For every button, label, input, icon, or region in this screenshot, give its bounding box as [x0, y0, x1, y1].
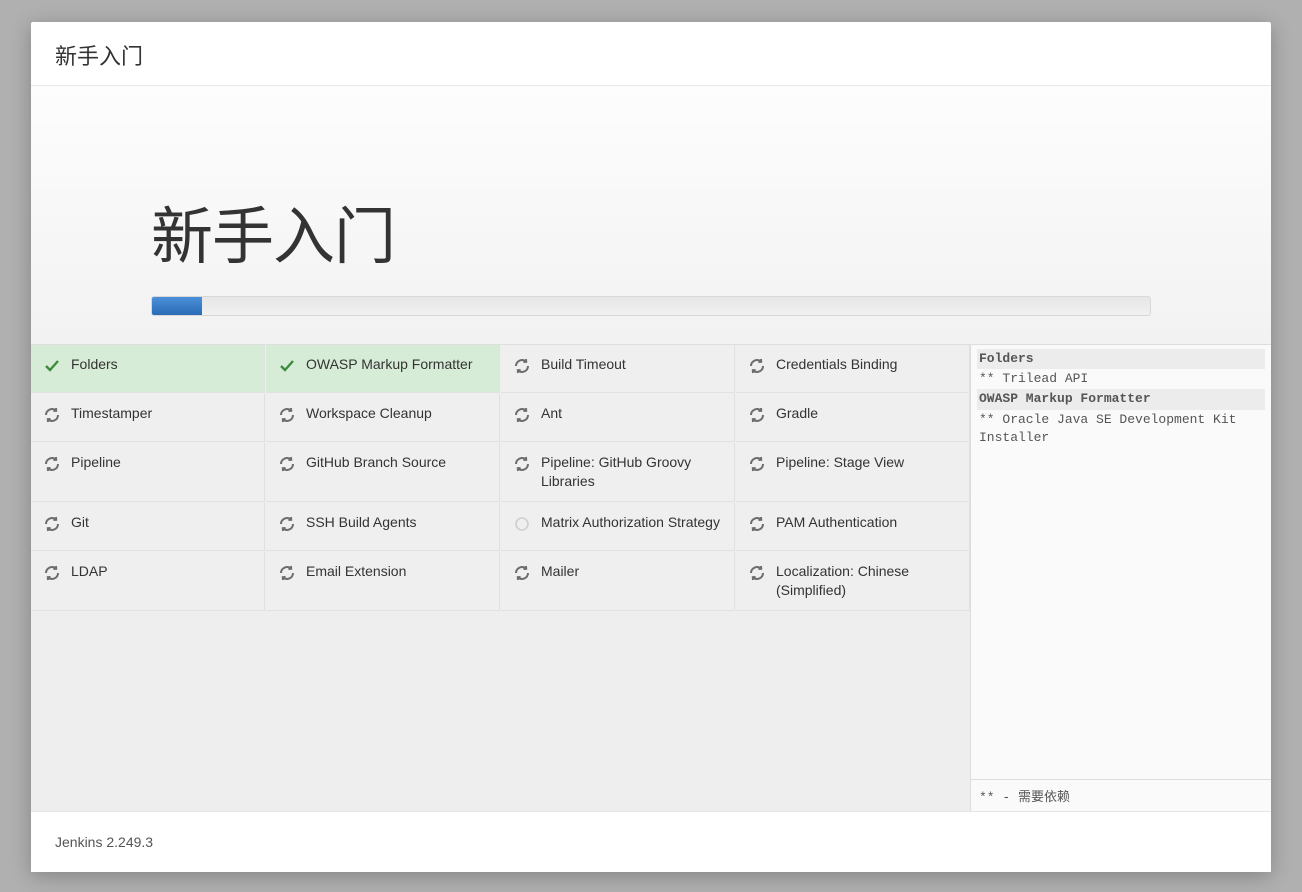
plugin-label: Timestamper [71, 404, 152, 423]
refresh-icon [43, 455, 61, 473]
check-icon [278, 357, 296, 375]
plugin-cell: LDAP [31, 552, 265, 611]
hero-title: 新手入门 [151, 186, 1151, 276]
check-icon [43, 357, 61, 375]
footer: Jenkins 2.249.3 [31, 811, 1271, 872]
plugin-cell: OWASP Markup Formatter [266, 345, 500, 393]
refresh-icon [278, 406, 296, 424]
install-log-panel: Folders** Trilead APIOWASP Markup Format… [971, 345, 1271, 811]
refresh-icon [278, 515, 296, 533]
plugin-label: LDAP [71, 562, 108, 581]
install-log-lines: Folders** Trilead APIOWASP Markup Format… [971, 345, 1271, 779]
plugin-label: Credentials Binding [776, 355, 897, 374]
circle-icon [513, 515, 531, 533]
plugin-grid: Folders OWASP Markup Formatter Build Timeo… [31, 345, 971, 811]
install-progress [151, 296, 1151, 316]
refresh-icon [513, 357, 531, 375]
plugin-label: Matrix Authorization Strategy [541, 513, 720, 532]
install-log-legend: ** - 需要依赖 [971, 779, 1271, 811]
plugin-label: Workspace Cleanup [306, 404, 432, 423]
log-line: Folders [977, 349, 1265, 369]
plugin-cell: Pipeline: Stage View [736, 443, 970, 502]
plugin-label: Folders [71, 355, 118, 374]
refresh-icon [748, 455, 766, 473]
refresh-icon [43, 515, 61, 533]
plugin-cell: Pipeline: GitHub Groovy Libraries [501, 443, 735, 502]
plugin-cell: Pipeline [31, 443, 265, 502]
refresh-icon [43, 406, 61, 424]
plugin-label: Ant [541, 404, 562, 423]
plugin-label: OWASP Markup Formatter [306, 355, 472, 374]
check-icon [278, 357, 296, 375]
refresh-icon [748, 564, 766, 582]
plugin-cell: Email Extension [266, 552, 500, 611]
plugin-cell: Folders [31, 345, 265, 393]
refresh-icon [278, 564, 296, 582]
plugin-label: SSH Build Agents [306, 513, 417, 532]
plugin-label: Pipeline: GitHub Groovy Libraries [541, 453, 724, 491]
refresh-icon [513, 406, 531, 424]
plugin-cell: Timestamper [31, 394, 265, 442]
refresh-icon [513, 357, 531, 375]
log-line: OWASP Markup Formatter [977, 389, 1265, 409]
refresh-icon [278, 515, 296, 533]
refresh-icon [513, 406, 531, 424]
plugin-label: Pipeline: Stage View [776, 453, 904, 472]
refresh-icon [748, 515, 766, 533]
refresh-icon [43, 515, 61, 533]
plugin-cell: Localization: Chinese (Simplified) [736, 552, 970, 611]
log-line: ** Oracle Java SE Development Kit Instal… [977, 410, 1265, 448]
refresh-icon [278, 564, 296, 582]
plugin-cell: PAM Authentication [736, 503, 970, 551]
plugin-cell: Build Timeout [501, 345, 735, 393]
refresh-icon [278, 455, 296, 473]
refresh-icon [43, 564, 61, 582]
hero-section: 新手入门 [31, 86, 1271, 345]
window-title: 新手入门 [31, 22, 1271, 86]
plugin-cell: Workspace Cleanup [266, 394, 500, 442]
refresh-icon [748, 406, 766, 424]
plugin-cell: Matrix Authorization Strategy [501, 503, 735, 551]
refresh-icon [513, 564, 531, 582]
plugin-label: Email Extension [306, 562, 406, 581]
plugin-cell: Mailer [501, 552, 735, 611]
plugin-cell: Git [31, 503, 265, 551]
refresh-icon [43, 455, 61, 473]
plugin-cell: GitHub Branch Source [266, 443, 500, 502]
refresh-icon [748, 455, 766, 473]
refresh-icon [43, 564, 61, 582]
body-row: Folders OWASP Markup Formatter Build Timeo… [31, 345, 1271, 811]
refresh-icon [43, 406, 61, 424]
plugin-cell: Credentials Binding [736, 345, 970, 393]
plugin-cell: Ant [501, 394, 735, 442]
refresh-icon [748, 406, 766, 424]
check-icon [43, 357, 61, 375]
plugin-label: Git [71, 513, 89, 532]
plugin-label: Localization: Chinese (Simplified) [776, 562, 959, 600]
log-line: ** Trilead API [977, 369, 1265, 389]
plugin-label: Build Timeout [541, 355, 626, 374]
refresh-icon [748, 564, 766, 582]
refresh-icon [278, 406, 296, 424]
refresh-icon [513, 455, 531, 473]
jenkins-version: Jenkins 2.249.3 [55, 834, 153, 850]
refresh-icon [748, 357, 766, 375]
refresh-icon [513, 455, 531, 473]
circle-icon [513, 515, 531, 533]
plugin-label: Pipeline [71, 453, 121, 472]
plugin-cell: SSH Build Agents [266, 503, 500, 551]
refresh-icon [278, 455, 296, 473]
setup-wizard-modal: 新手入门 新手入门 Folders OWASP Markup Formatter B… [31, 22, 1271, 872]
plugin-label: PAM Authentication [776, 513, 897, 532]
plugin-label: Mailer [541, 562, 579, 581]
plugin-label: GitHub Branch Source [306, 453, 446, 472]
install-progress-fill [152, 297, 202, 315]
plugin-cell: Gradle [736, 394, 970, 442]
refresh-icon [748, 357, 766, 375]
refresh-icon [513, 564, 531, 582]
plugin-label: Gradle [776, 404, 818, 423]
refresh-icon [748, 515, 766, 533]
